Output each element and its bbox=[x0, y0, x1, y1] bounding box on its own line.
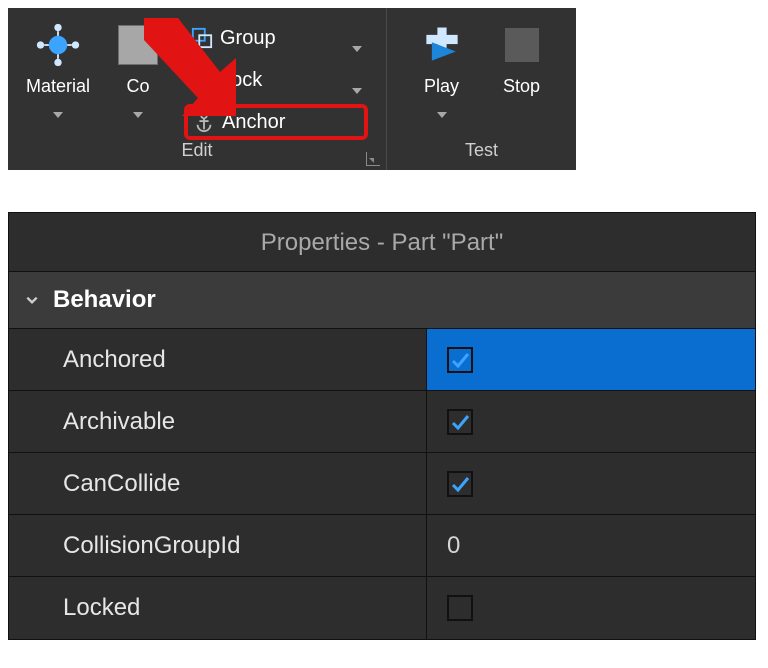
test-group-label: Test bbox=[397, 140, 566, 164]
group-caret-icon bbox=[352, 35, 362, 41]
play-label: Play bbox=[424, 76, 459, 97]
stop-button[interactable]: Stop bbox=[482, 16, 562, 97]
group-label: Group bbox=[220, 27, 276, 50]
locked-value[interactable] bbox=[427, 577, 755, 639]
material-caret-icon bbox=[53, 101, 63, 107]
properties-title: Properties - Part "Part" bbox=[9, 213, 755, 272]
property-row-cancollide[interactable]: CanCollide bbox=[9, 453, 755, 515]
ribbon-toolbar: Material Co bbox=[8, 8, 576, 170]
property-row-archivable[interactable]: Archivable bbox=[9, 391, 755, 453]
cancollide-value[interactable] bbox=[427, 453, 755, 514]
material-button[interactable]: Material bbox=[18, 16, 98, 107]
color-button[interactable]: Co bbox=[98, 16, 178, 107]
color-label: Co bbox=[126, 76, 149, 97]
lock-caret-icon bbox=[352, 77, 362, 83]
edit-group-body: Material Co bbox=[18, 16, 376, 140]
group-button[interactable]: Group bbox=[184, 20, 368, 56]
anchored-value[interactable] bbox=[427, 329, 755, 390]
play-caret-icon bbox=[437, 101, 447, 107]
stop-icon bbox=[497, 20, 547, 70]
anchor-button[interactable]: Anchor bbox=[184, 104, 368, 140]
locked-label: Locked bbox=[9, 577, 427, 639]
group-icon bbox=[190, 26, 214, 50]
archivable-value[interactable] bbox=[427, 391, 755, 452]
archivable-label: Archivable bbox=[9, 391, 427, 452]
collisiongroupid-label: CollisionGroupId bbox=[9, 515, 427, 576]
ribbon-group-edit: Material Co bbox=[8, 8, 386, 170]
stop-label: Stop bbox=[503, 76, 540, 97]
ribbon-group-test: Play Stop Test bbox=[386, 8, 576, 170]
anchored-label: Anchored bbox=[9, 329, 427, 390]
collisiongroupid-value[interactable]: 0 bbox=[427, 515, 755, 576]
anchor-icon bbox=[192, 110, 216, 134]
locked-checkbox[interactable] bbox=[447, 595, 473, 621]
lock-label: Lock bbox=[220, 69, 262, 92]
test-group-body: Play Stop bbox=[397, 16, 566, 140]
property-row-anchored[interactable]: Anchored bbox=[9, 329, 755, 391]
lock-icon bbox=[190, 68, 214, 92]
cancollide-label: CanCollide bbox=[9, 453, 427, 514]
color-caret-icon bbox=[133, 101, 143, 107]
property-row-locked[interactable]: Locked bbox=[9, 577, 755, 639]
color-icon bbox=[113, 20, 163, 70]
property-row-collisiongroupid[interactable]: CollisionGroupId 0 bbox=[9, 515, 755, 577]
anchored-checkbox[interactable] bbox=[447, 347, 473, 373]
chevron-down-icon bbox=[25, 293, 39, 307]
edit-dialog-launcher-icon[interactable] bbox=[366, 152, 380, 166]
edit-group-label: Edit bbox=[18, 140, 376, 164]
material-icon bbox=[33, 20, 83, 70]
cancollide-checkbox[interactable] bbox=[447, 471, 473, 497]
edit-mini-column: Group Lock bbox=[178, 16, 368, 140]
play-button[interactable]: Play bbox=[402, 16, 482, 107]
lock-button[interactable]: Lock bbox=[184, 62, 368, 98]
behavior-section-label: Behavior bbox=[53, 286, 156, 314]
collisiongroupid-text: 0 bbox=[447, 532, 460, 560]
anchor-label: Anchor bbox=[222, 111, 285, 134]
archivable-checkbox[interactable] bbox=[447, 409, 473, 435]
material-label: Material bbox=[26, 76, 90, 97]
behavior-section-header[interactable]: Behavior bbox=[9, 272, 755, 329]
play-icon bbox=[417, 20, 467, 70]
properties-panel: Properties - Part "Part" Behavior Anchor… bbox=[8, 212, 756, 640]
